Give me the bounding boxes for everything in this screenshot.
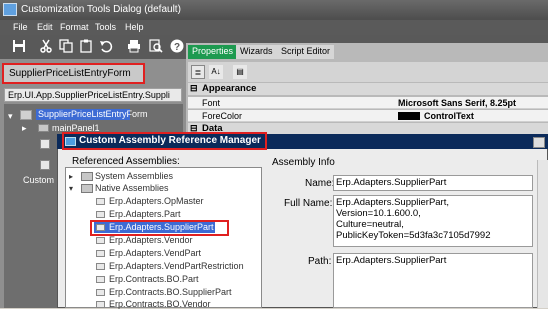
referenced-assemblies-label: Referenced Assemblies:	[72, 156, 180, 167]
full-name-label: Full Name:	[284, 198, 333, 209]
selected-item-highlight	[90, 220, 229, 236]
close-icon[interactable]	[533, 137, 545, 148]
full-name-line: PublicKeyToken=5d3fa3c7105d7992	[336, 230, 491, 241]
folder-icon	[81, 184, 93, 193]
property-name: ForeColor	[202, 111, 243, 121]
tree-expand-icon[interactable]: ▸	[22, 123, 27, 134]
paste-icon[interactable]	[78, 39, 94, 55]
assembly-icon	[96, 289, 105, 296]
window-titlebar: Customization Tools Dialog (default)	[0, 0, 548, 20]
assembly-item[interactable]: Erp.Adapters.Part	[109, 209, 181, 219]
panel-node-icon	[38, 124, 49, 132]
path-field[interactable]: Erp.Adapters.SupplierPart	[333, 253, 533, 308]
name-field[interactable]: Erp.Adapters.SupplierPart	[333, 175, 533, 191]
property-name: Font	[202, 98, 221, 108]
folder-icon	[81, 172, 93, 181]
assembly-info-title: Assembly Info	[272, 157, 335, 168]
property-row-font[interactable]: Font Microsoft Sans Serif, 8.25pt	[188, 97, 548, 109]
print-icon[interactable]	[126, 39, 142, 55]
undo-icon[interactable]	[98, 39, 114, 55]
assembly-item[interactable]: Erp.Adapters.OpMaster	[109, 196, 204, 206]
assembly-icon	[96, 250, 105, 257]
assembly-item[interactable]: Erp.Adapters.Vendor	[109, 235, 193, 245]
tree-node-icon	[40, 139, 50, 149]
color-swatch	[398, 112, 420, 120]
assembly-icon	[96, 198, 105, 205]
menu-tools[interactable]: Tools	[95, 22, 116, 32]
tree-collapse-icon[interactable]: ▾	[8, 111, 13, 122]
property-row-forecolor[interactable]: ForeColor ControlText	[188, 110, 548, 122]
property-pages-icon[interactable]: ▤	[233, 65, 247, 79]
name-value: Erp.Adapters.SupplierPart	[336, 177, 447, 188]
path-value: Erp.Adapters.SupplierPart	[336, 255, 447, 266]
full-name-field[interactable]: Erp.Adapters.SupplierPart, Version=10.1.…	[333, 195, 533, 247]
property-value: Microsoft Sans Serif, 8.25pt	[398, 98, 517, 108]
assembly-item[interactable]: Erp.Adapters.VendPart	[109, 248, 201, 258]
property-value: ControlText	[424, 111, 474, 121]
window-title: Customization Tools Dialog (default)	[21, 4, 181, 15]
menu-format[interactable]: Format	[60, 22, 89, 32]
tab-properties[interactable]: Properties	[188, 45, 238, 59]
class-path-text: Erp.UI.App.SupplierPriceListEntry.Suppli	[8, 90, 170, 100]
assembly-item[interactable]: Erp.Contracts.BO.Part	[109, 274, 199, 284]
dialog-title-highlight	[62, 132, 267, 150]
expand-icon[interactable]: ▸	[69, 172, 73, 181]
name-label: Name:	[305, 178, 335, 189]
tab-script-editor[interactable]: Script Editor	[277, 45, 335, 59]
save-icon[interactable]	[11, 39, 27, 55]
tree-node-form[interactable]: SupplierPriceListEntryForm	[36, 109, 148, 120]
path-label: Path:	[308, 256, 332, 267]
categorized-icon[interactable]: ≣	[191, 65, 205, 79]
assembly-item[interactable]: Erp.Adapters.VendPartRestriction	[109, 261, 244, 271]
menu-help[interactable]: Help	[125, 22, 144, 32]
assembly-icon	[96, 263, 105, 270]
svg-text:?: ?	[174, 42, 180, 53]
sort-az-icon[interactable]: A↓	[209, 65, 223, 79]
vertical-scrollbar[interactable]	[537, 160, 548, 308]
assembly-icon	[96, 301, 105, 308]
menu-edit[interactable]: Edit	[37, 22, 53, 32]
app-icon	[3, 3, 17, 16]
category-appearance-label: Appearance	[202, 83, 257, 94]
menu-bar: File Edit Format Tools Help	[0, 20, 548, 35]
tree-node-icon	[40, 160, 50, 170]
tree-node-native-assemblies[interactable]: Native Assemblies	[95, 183, 169, 193]
full-name-line: Erp.Adapters.SupplierPart, Version=10.1.…	[336, 197, 450, 219]
collapse-icon[interactable]: ⊟	[190, 83, 198, 94]
tree-node-form-label: SupplierPriceListEntryForm	[38, 109, 148, 119]
class-path-field[interactable]: Erp.UI.App.SupplierPriceListEntry.Suppli	[4, 88, 182, 102]
tab-wizards[interactable]: Wizards	[236, 45, 277, 59]
assembly-icon	[96, 237, 105, 244]
menu-file[interactable]: File	[13, 22, 28, 32]
category-appearance[interactable]: ⊟ Appearance	[188, 83, 548, 95]
form-name-box: SupplierPriceListEntryForm	[2, 63, 145, 84]
assembly-icon	[96, 276, 105, 283]
assembly-item[interactable]: Erp.Contracts.BO.SupplierPart	[109, 287, 232, 297]
collapse-icon[interactable]: ▾	[69, 184, 73, 193]
full-name-line: Culture=neutral,	[336, 219, 404, 230]
cut-icon[interactable]	[38, 39, 54, 55]
print-preview-icon[interactable]	[148, 39, 164, 55]
help-icon[interactable]: ?	[169, 39, 185, 55]
copy-icon[interactable]	[58, 39, 74, 55]
assembly-icon	[96, 211, 105, 218]
form-name: SupplierPriceListEntryForm	[9, 68, 131, 79]
properties-toolbar: ≣ A↓ ▤	[188, 62, 548, 82]
tree-node-system-assemblies[interactable]: System Assemblies	[95, 171, 173, 181]
form-node-icon	[20, 110, 32, 120]
